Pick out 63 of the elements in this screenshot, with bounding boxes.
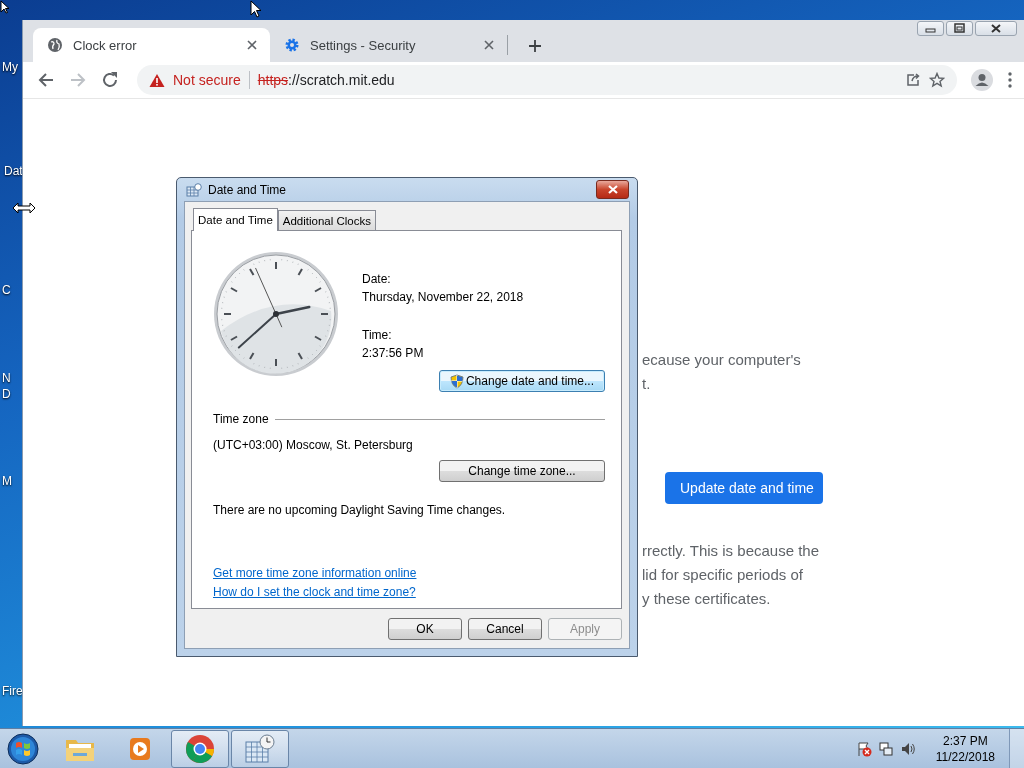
star-icon[interactable]: [929, 72, 945, 88]
desktop-icon-label[interactable]: N: [2, 371, 11, 385]
dst-note: There are no upcoming Daylight Saving Time changes.: [213, 503, 506, 517]
paragraph-line: lid for specific periods of: [642, 565, 803, 585]
media-player-icon: [127, 735, 153, 762]
profile-icon[interactable]: [971, 69, 993, 91]
close-icon: [607, 185, 618, 194]
section-heading: Time zone: [213, 412, 269, 426]
clock-date[interactable]: 11/22/2018: [935, 748, 995, 765]
desktop-icon-label[interactable]: Dat: [4, 164, 23, 178]
start-button[interactable]: [7, 732, 39, 765]
help-link[interactable]: Get more time zone information online: [213, 564, 417, 583]
desktop-icon-label[interactable]: My: [2, 60, 18, 74]
browser-icon: [185, 733, 215, 764]
paragraph-line: rrectly. This is because the: [642, 541, 820, 561]
back-icon[interactable]: [37, 71, 55, 89]
date-label: Date:: [362, 271, 392, 288]
warning-icon: [149, 72, 165, 88]
gear-icon: [284, 37, 300, 53]
update-button[interactable]: Update date and time: [665, 472, 823, 504]
time-label: Time:: [362, 327, 393, 344]
close-icon[interactable]: [975, 21, 1017, 36]
dialog-tab[interactable]: Date and Time: [193, 208, 278, 231]
globe-icon: [47, 37, 63, 53]
share-icon[interactable]: [905, 72, 921, 88]
new-tab-icon[interactable]: [528, 39, 542, 53]
cursor-icon: [0, 0, 10, 14]
dialog-title: Date and Time: [208, 182, 288, 197]
browser-tab[interactable]: Settings - Security: [270, 28, 507, 62]
change-zone-button[interactable]: Change time zone...: [439, 460, 605, 482]
calendar-clock-icon: [244, 733, 276, 764]
browser-tab[interactable]: Clock error: [33, 28, 270, 62]
desktop-icon-label[interactable]: C: [2, 283, 11, 297]
help-link[interactable]: How do I set the clock and time zone?: [213, 583, 416, 602]
paragraph-line: t.: [642, 374, 651, 394]
menu-icon[interactable]: [1007, 71, 1013, 89]
dialog-tab[interactable]: Additional Clocks: [277, 210, 376, 230]
dialog-button[interactable]: OK: [388, 618, 462, 640]
calendar-clock-icon: [186, 182, 202, 197]
desktop-icon-label[interactable]: D: [2, 387, 11, 401]
taskbar-button[interactable]: [231, 729, 289, 768]
change-date-button[interactable]: Change date and time...: [439, 370, 605, 392]
paragraph-line: ecause your computer's: [642, 350, 801, 370]
reload-icon[interactable]: [101, 71, 119, 89]
time-zone-value: (UTC+03:00) Moscow, St. Petersburg: [213, 438, 413, 452]
restore-icon[interactable]: [946, 21, 973, 36]
minimize-icon[interactable]: [917, 21, 944, 36]
close-icon[interactable]: [246, 39, 258, 51]
network-icon[interactable]: [877, 740, 894, 757]
flag-error-icon[interactable]: [855, 740, 872, 757]
time-value: 2:37:56 PM: [362, 345, 425, 362]
dialog-button[interactable]: Cancel: [468, 618, 542, 640]
desktop-icon-label[interactable]: M: [2, 474, 12, 488]
taskbar-button[interactable]: [171, 729, 229, 768]
paragraph-line: y these certificates.: [642, 589, 771, 609]
cursor-icon: [250, 0, 262, 18]
close-button[interactable]: [596, 180, 629, 199]
clock-time[interactable]: 2:37 PM: [943, 732, 988, 749]
url-text[interactable]: https://scratch.mit.edu: [257, 72, 395, 88]
shield-icon: [449, 373, 464, 389]
security-status[interactable]: Not secure: [173, 72, 241, 88]
date-value: Thursday, November 22, 2018: [362, 289, 524, 306]
desktop-icon-label[interactable]: Fire: [2, 684, 23, 698]
